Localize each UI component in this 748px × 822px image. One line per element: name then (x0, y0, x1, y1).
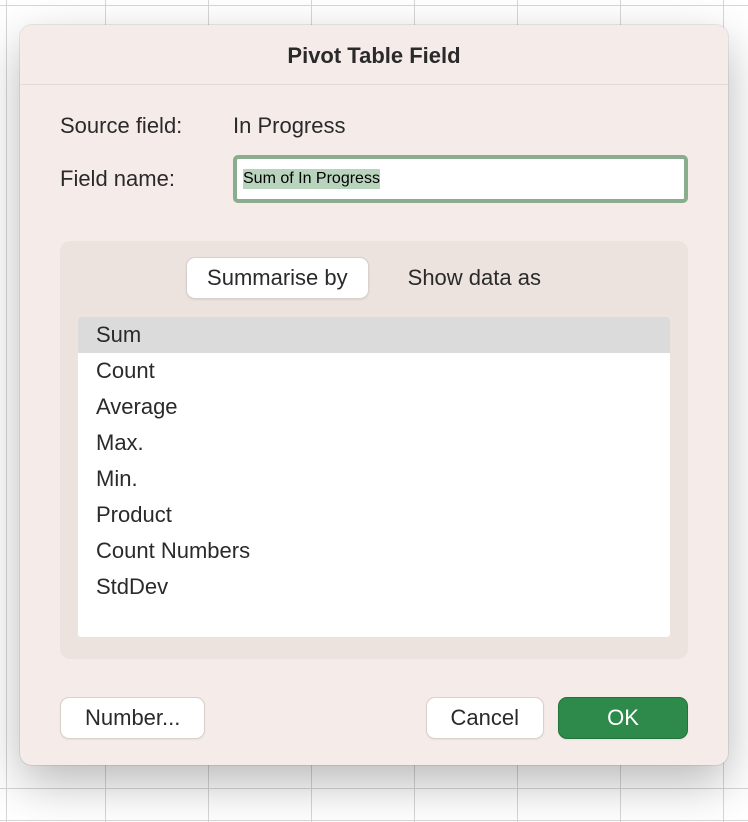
field-name-label: Field name: (60, 166, 225, 192)
field-name-input[interactable]: Sum of In Progress (243, 169, 380, 189)
list-item[interactable]: Max. (78, 425, 670, 461)
source-field-row: Source field: In Progress (60, 113, 688, 139)
list-item[interactable]: Average (78, 389, 670, 425)
field-name-input-wrap[interactable]: Sum of In Progress (233, 155, 688, 203)
ok-button[interactable]: OK (558, 697, 688, 739)
source-field-value: In Progress (233, 113, 688, 139)
tab-summarise-by[interactable]: Summarise by (186, 257, 369, 299)
list-item[interactable]: Count (78, 353, 670, 389)
list-item[interactable]: Sum (78, 317, 670, 353)
list-item[interactable]: Count Numbers (78, 533, 670, 569)
cancel-button[interactable]: Cancel (426, 697, 544, 739)
list-item[interactable]: Product (78, 497, 670, 533)
summarise-listbox[interactable]: Sum Count Average Max. Min. Product Coun… (78, 317, 670, 637)
tab-show-data-as[interactable]: Show data as (387, 257, 562, 299)
source-field-label: Source field: (60, 113, 225, 139)
tabs-panel: Summarise by Show data as Sum Count Aver… (60, 241, 688, 659)
field-name-row: Field name: Sum of In Progress (60, 155, 688, 203)
dialog-body: Source field: In Progress Field name: Su… (20, 85, 728, 679)
dialog-footer: Number... Cancel OK (20, 679, 728, 765)
list-item[interactable]: StdDev (78, 569, 670, 605)
tab-strip: Summarise by Show data as (78, 257, 670, 299)
dialog-title: Pivot Table Field (20, 25, 728, 85)
footer-spacer (219, 697, 411, 739)
pivot-table-field-dialog: Pivot Table Field Source field: In Progr… (20, 25, 728, 765)
number-format-button[interactable]: Number... (60, 697, 205, 739)
list-item[interactable]: Min. (78, 461, 670, 497)
